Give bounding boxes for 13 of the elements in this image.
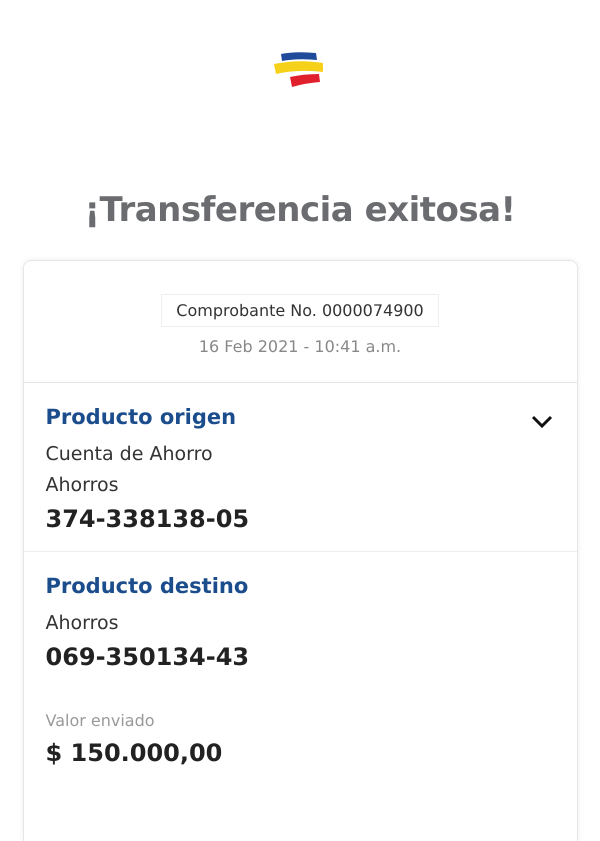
product-type: Cuenta de Ahorro: [46, 443, 213, 465]
amount-value: $ 150.000,00: [46, 739, 222, 767]
product-type: Ahorros: [46, 474, 119, 496]
account-number: 069-350134-43: [46, 643, 250, 671]
section-heading: Producto destino: [46, 574, 248, 598]
page-title: ¡Transferencia exitosa!: [84, 190, 516, 230]
receipt-number: Comprobante No. 0000074900: [161, 294, 439, 327]
account-number: 374-338138-05: [46, 505, 250, 533]
amount-label: Valor enviado: [46, 711, 155, 730]
section-heading: Producto origen: [46, 405, 236, 429]
receipt-datetime: 16 Feb 2021 - 10:41 a.m.: [198, 337, 402, 356]
chevron-icon[interactable]: [530, 415, 552, 429]
product-type: Ahorros: [46, 612, 119, 634]
